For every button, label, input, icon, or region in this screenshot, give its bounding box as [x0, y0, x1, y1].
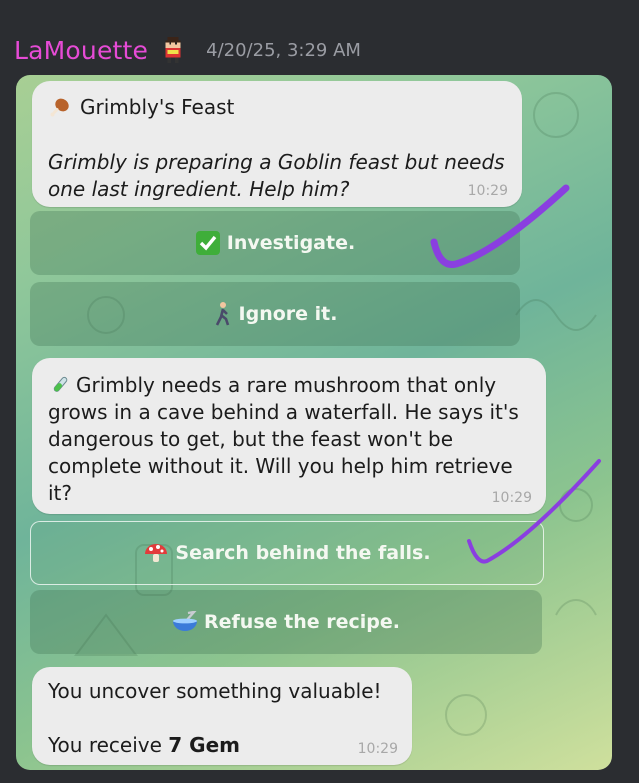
pixel-character-icon: [165, 36, 181, 64]
bowl-with-spoon-icon: [173, 611, 198, 631]
person-walking-icon: [215, 302, 229, 326]
purple-checkmark-annotation: [467, 459, 601, 564]
message-body-text: Grimbly needs a rare mushroom that only …: [48, 373, 519, 505]
reward-text: You uncover something valuable!: [48, 679, 382, 703]
investigate-button-label: Investigate.: [226, 232, 356, 254]
reward-amount: 7 Gem: [168, 733, 240, 757]
message-time: 10:29: [357, 741, 398, 757]
username[interactable]: LaMouette: [14, 36, 148, 65]
refuse-recipe-button[interactable]: Refuse the recipe.: [30, 590, 542, 654]
drumstick-icon: [50, 98, 69, 117]
reward-amount-line: You receive 7 Gem: [48, 733, 240, 757]
message-timestamp: 4/20/25, 3:29 AM: [206, 39, 361, 61]
refuse-recipe-button-label: Refuse the recipe.: [204, 611, 400, 633]
test-tube-icon: [53, 376, 68, 392]
purple-checkmark-annotation: [430, 184, 570, 269]
message-title-text: Grimbly's Feast: [80, 95, 235, 119]
message-bubble-reward: You uncover something valuable! You rece…: [32, 667, 412, 765]
search-falls-button-label: Search behind the falls.: [175, 542, 431, 564]
message-header: LaMouette 4/20/25, 3:29 AM: [14, 30, 361, 70]
check-mark-button-icon: [195, 231, 220, 255]
ignore-button-label: Ignore it.: [238, 303, 338, 325]
mushroom-icon: [145, 544, 168, 562]
ignore-button[interactable]: Ignore it.: [30, 282, 520, 346]
message-title: Grimbly's Feast: [48, 95, 234, 119]
telegram-chat-screenshot: Grimbly's Feast Grimbly is preparing a G…: [16, 75, 612, 770]
reward-prefix: You receive: [48, 733, 162, 757]
